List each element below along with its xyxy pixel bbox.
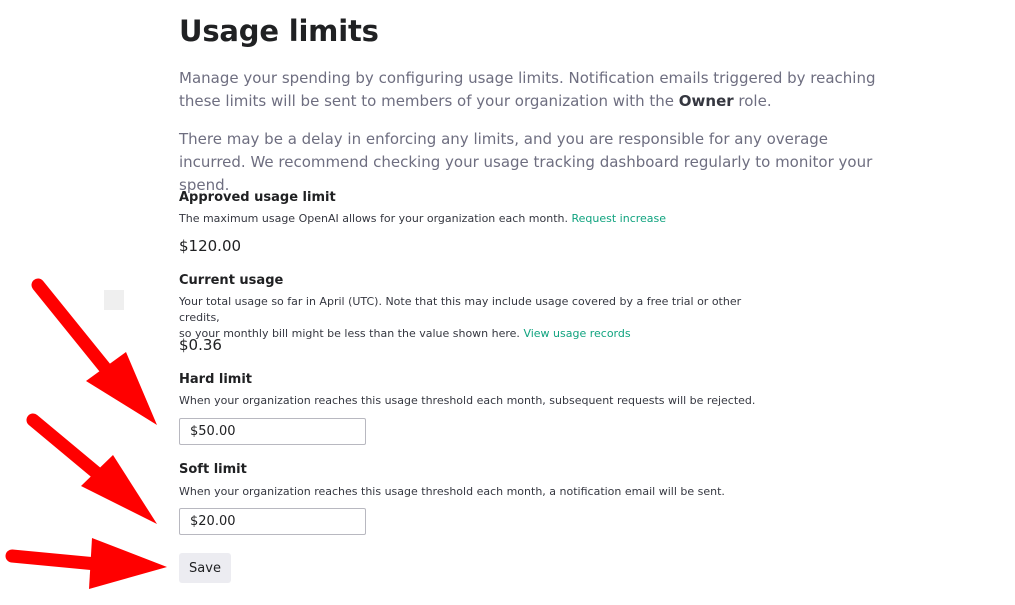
- current-usage-label: Current usage: [179, 273, 284, 288]
- soft-limit-description: When your organization reaches this usag…: [179, 485, 725, 498]
- soft-limit-label: Soft limit: [179, 462, 247, 477]
- arrow-annotation-icon: [31, 278, 157, 425]
- owner-role: Owner: [678, 92, 734, 110]
- page: Usage limits Manage your spending by con…: [0, 0, 1015, 605]
- soft-limit-input[interactable]: [179, 508, 366, 535]
- intro-paragraph: Manage your spending by configuring usag…: [179, 67, 884, 113]
- hard-limit-label: Hard limit: [179, 372, 253, 387]
- view-usage-records-link[interactable]: View usage records: [523, 327, 630, 340]
- intro-text-end: role.: [733, 92, 772, 110]
- save-button[interactable]: Save: [179, 553, 231, 583]
- page-title: Usage limits: [179, 14, 379, 48]
- hard-limit-description: When your organization reaches this usag…: [179, 394, 756, 407]
- approved-limit-value: $120.00: [179, 237, 242, 255]
- approved-limit-label: Approved usage limit: [179, 190, 336, 205]
- approved-limit-text: The maximum usage OpenAI allows for your…: [179, 212, 572, 225]
- current-usage-text-2: so your monthly bill might be less than …: [179, 327, 524, 340]
- placeholder-square: [104, 290, 124, 310]
- delay-notice: There may be a delay in enforcing any li…: [179, 130, 873, 194]
- request-increase-link[interactable]: Request increase: [571, 212, 666, 225]
- approved-limit-description: The maximum usage OpenAI allows for your…: [179, 211, 779, 227]
- hard-limit-input[interactable]: [179, 418, 366, 445]
- current-usage-value: $0.36: [179, 336, 222, 354]
- current-usage-text-1: Your total usage so far in April (UTC). …: [179, 295, 742, 324]
- current-usage-description: Your total usage so far in April (UTC). …: [179, 294, 779, 342]
- arrow-annotation-icon: [26, 413, 157, 524]
- arrow-annotation-icon: [5, 538, 167, 589]
